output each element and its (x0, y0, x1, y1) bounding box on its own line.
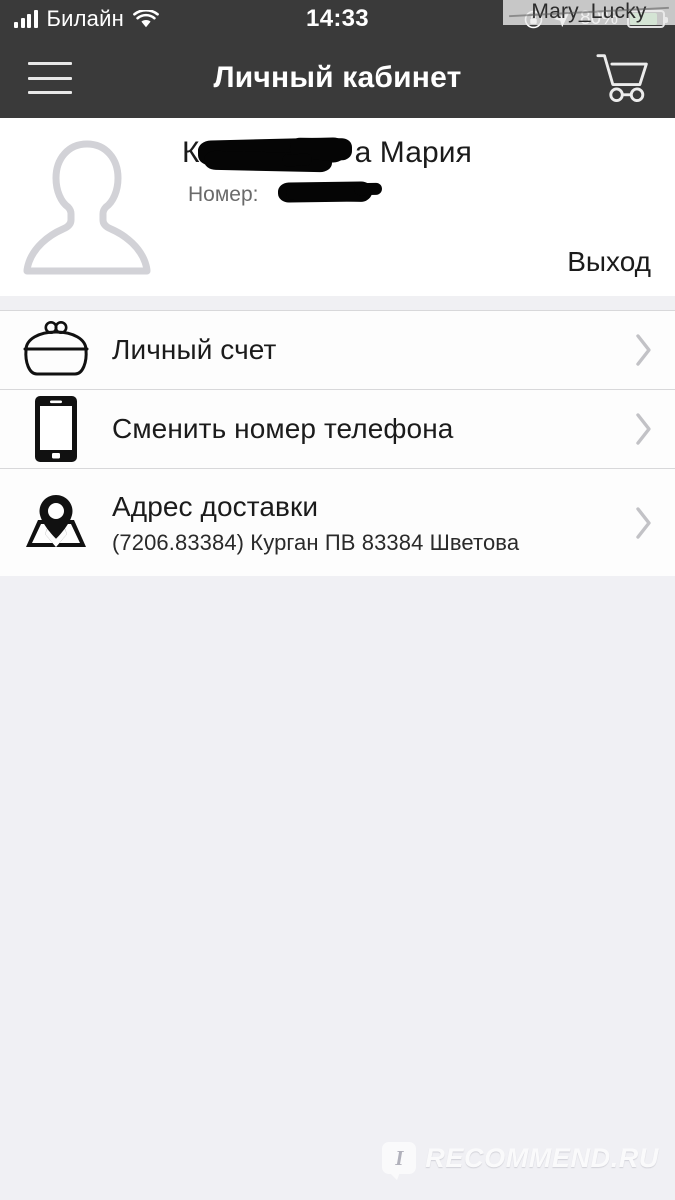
profile-name-block: Ка Мария Номер: (182, 136, 602, 226)
redaction-mark (277, 181, 373, 203)
profile-name-prefix: К (182, 136, 200, 169)
menu-item-change-phone[interactable]: Сменить номер телефона (0, 390, 675, 469)
coin-purse-icon (23, 321, 89, 376)
shopping-cart-icon[interactable] (595, 51, 653, 105)
redaction-mark (353, 182, 383, 196)
person-silhouette-icon (23, 140, 151, 275)
menu-item-label: Личный счет (112, 334, 277, 365)
profile-card: Ка Мария Номер: Выход (0, 118, 675, 296)
menu-icon-slot (0, 493, 112, 553)
battery-percent-label: 80% (579, 8, 618, 29)
status-bar-right: 80% (524, 8, 668, 30)
rotation-lock-icon (524, 10, 543, 28)
page-background (0, 576, 675, 1200)
chevron-right-icon (613, 410, 675, 448)
account-menu-list: Личный счет Сменить номер телефона Адрес… (0, 310, 675, 578)
menu-item-sublabel: (7206.83384) Курган ПВ 83384 Шветова (112, 529, 520, 555)
menu-item-labels: Адрес доставки (7206.83384) Курган ПВ 83… (112, 491, 613, 556)
logout-button[interactable]: Выход (567, 246, 651, 278)
menu-icon-slot (0, 320, 112, 380)
profile-name-suffix: а Мария (354, 136, 472, 169)
phone-screen: Билайн 14:33 80% Mary_Lucky Личный кабин… (0, 0, 675, 1200)
chevron-right-icon (613, 331, 675, 369)
battery-icon (627, 10, 668, 28)
app-header: Личный кабинет (0, 38, 675, 118)
menu-item-label: Адрес доставки (112, 490, 319, 522)
menu-item-delivery-address[interactable]: Адрес доставки (7206.83384) Курган ПВ 83… (0, 469, 675, 578)
profile-number-label: Номер: (188, 183, 259, 206)
location-arrow-icon (553, 11, 570, 27)
page-title: Личный кабинет (213, 61, 462, 94)
profile-number: Номер: (188, 183, 258, 207)
redaction-mark (285, 184, 371, 203)
status-bar: Билайн 14:33 80% Mary_Lucky (0, 0, 675, 38)
section-gap (0, 296, 675, 310)
menu-item-labels: Сменить номер телефона (112, 413, 613, 445)
profile-name: Ка Мария (182, 136, 472, 170)
menu-icon-slot (0, 394, 112, 464)
menu-item-personal-account[interactable]: Личный счет (0, 311, 675, 390)
smartphone-icon (35, 396, 77, 462)
menu-item-label: Сменить номер телефона (112, 413, 454, 444)
menu-item-labels: Личный счет (112, 334, 613, 366)
chevron-right-icon (613, 504, 675, 542)
map-pin-icon (26, 495, 86, 547)
